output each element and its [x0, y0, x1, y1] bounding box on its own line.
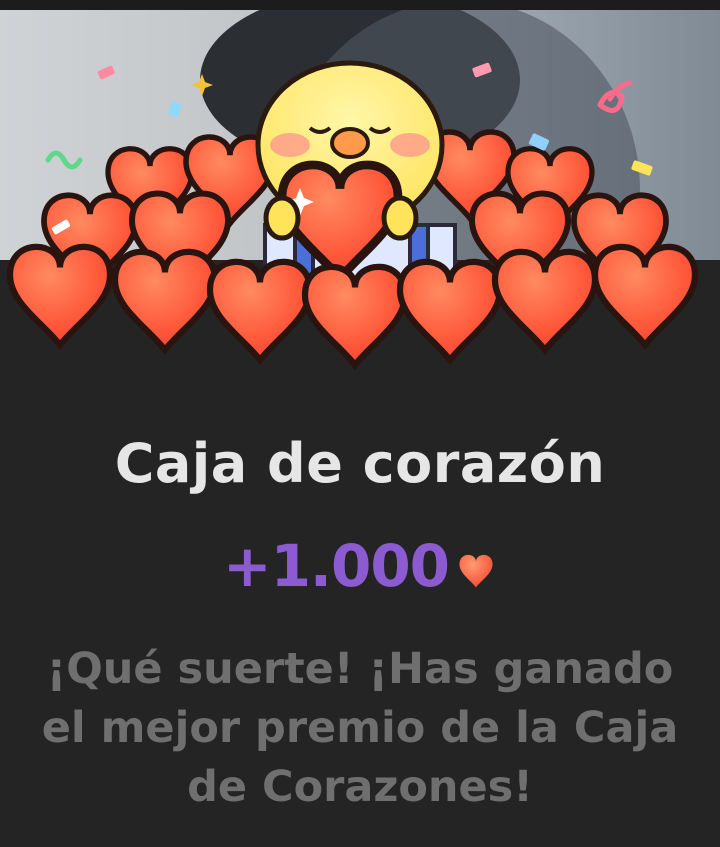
reward-amount-row: +1.000: [0, 532, 720, 600]
reward-message: ¡Qué suerte! ¡Has ganado el mejor premio…: [41, 644, 679, 812]
reward-illustration: [0, 10, 720, 370]
status-bar: [0, 0, 720, 10]
reward-amount: +1.000: [222, 532, 450, 600]
dialog-title: Caja de corazón: [114, 432, 606, 495]
reward-screen: Caja de corazón +1.000 ¡Qué suerte! ¡Has…: [0, 0, 720, 847]
heart-icon: [459, 554, 493, 588]
